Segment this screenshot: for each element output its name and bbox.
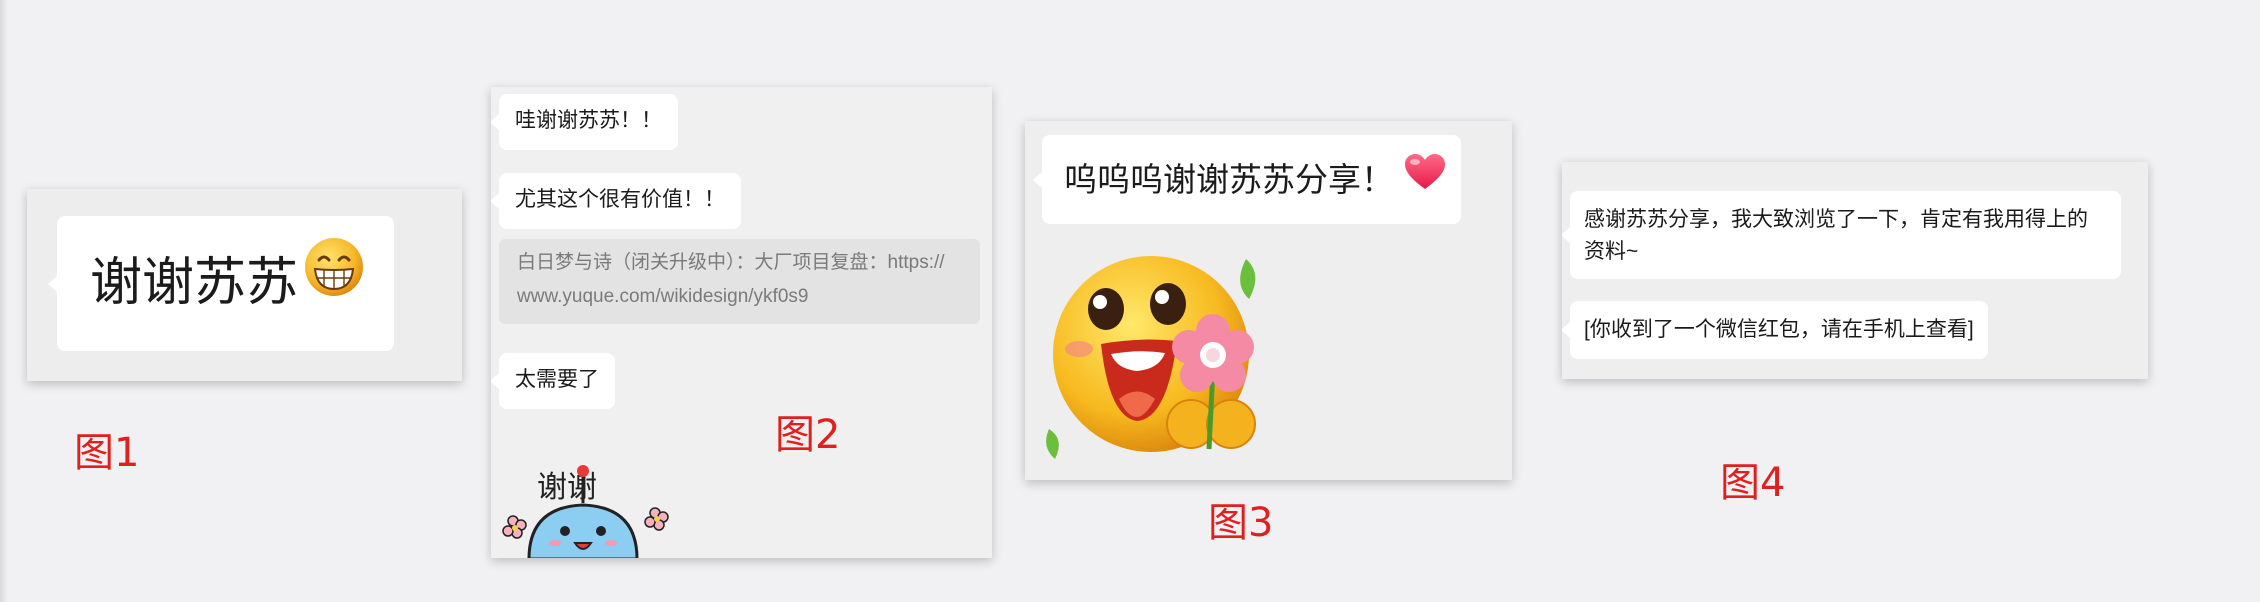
message-text: 呜呜呜谢谢苏苏分享！ — [1064, 161, 1394, 198]
window-edge — [0, 0, 8, 602]
message-bubble: 哇谢谢苏苏！！ — [491, 94, 678, 150]
figure-caption: 图2 — [775, 412, 841, 458]
message-text: 谢谢苏苏 — [90, 254, 299, 312]
heart-emoji-icon — [1404, 135, 1446, 224]
chat-screenshot-3: 呜呜呜谢谢苏苏分享！ — [1025, 121, 1512, 480]
figure-caption: 图1 — [74, 430, 140, 476]
sticker-text: 谢谢 — [537, 470, 597, 505]
chat-screenshot-4: 感谢苏苏分享，我大致浏览了一下，肯定有我用得上的资料~ [你收到了一个微信红包，… — [1562, 162, 2148, 379]
figure-caption: 图3 — [1208, 500, 1274, 546]
message-bubble: 太需要了 — [491, 353, 615, 409]
quoted-message[interactable]: 白日梦与诗（闭关升级中）：大厂项目复盘：https:// www.yuque.c… — [499, 239, 980, 324]
message-text: 太需要了 — [515, 368, 599, 391]
grinning-face-emoji-icon — [302, 215, 366, 350]
message-bubble: [你收到了一个微信红包，请在手机上查看] — [1562, 301, 1988, 359]
message-text: [你收到了一个微信红包，请在手机上查看] — [1584, 318, 1974, 341]
message-text: 哇谢谢苏苏！！ — [515, 109, 662, 132]
quote-link[interactable]: www.yuque.com/wikidesign/ykf0s9 — [517, 280, 962, 314]
message-bubble: 感谢苏苏分享，我大致浏览了一下，肯定有我用得上的资料~ — [1562, 191, 2121, 279]
blue-robot-thanks-sticker-icon: 谢谢 — [499, 459, 689, 558]
message-text: 尤其这个很有价值！！ — [515, 188, 725, 211]
message-bubble: 呜呜呜谢谢苏苏分享！ — [1033, 135, 1461, 224]
chat-screenshot-1: 谢谢苏苏 — [27, 189, 462, 381]
message-text: 感谢苏苏分享，我大致浏览了一下，肯定有我用得上的资料~ — [1584, 208, 2088, 263]
figure-caption: 图4 — [1720, 460, 1786, 506]
smiley-with-flower-sticker-icon — [1041, 249, 1281, 469]
chat-screenshot-2: 哇谢谢苏苏！！ 尤其这个很有价值！！ 白日梦与诗（闭关升级中）：大厂项目复盘：h… — [491, 87, 992, 558]
quote-line: 白日梦与诗（闭关升级中）：大厂项目复盘：https:// — [517, 252, 945, 273]
message-bubble: 尤其这个很有价值！！ — [491, 173, 741, 229]
message-bubble: 谢谢苏苏 — [48, 215, 394, 351]
